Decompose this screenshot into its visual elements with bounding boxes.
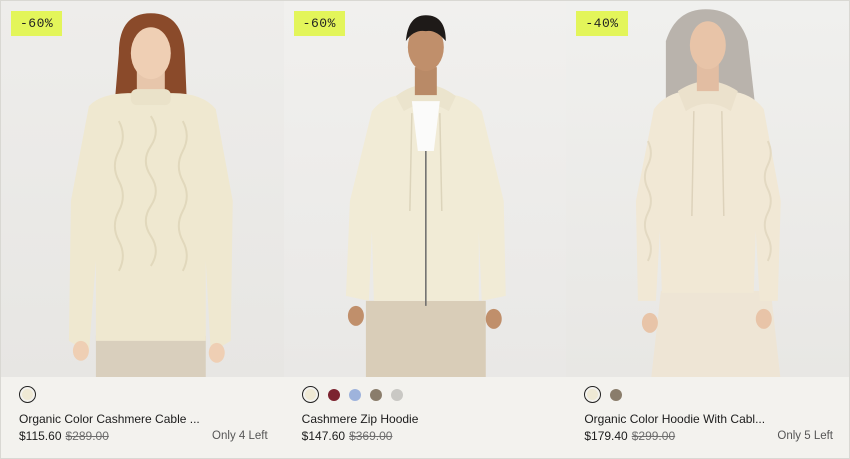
model-photo <box>345 15 506 377</box>
sale-price: $147.60 <box>301 429 346 443</box>
color-swatches <box>301 386 403 403</box>
discount-badge: -40% <box>576 11 628 36</box>
product-name[interactable]: Cashmere Zip Hoodie <box>302 412 419 426</box>
product-card[interactable]: -60% Organic Color Cashmere Cable ... $1… <box>1 1 284 458</box>
original-price: $369.00 <box>349 429 393 443</box>
swatch-1[interactable] <box>610 388 623 401</box>
product-image[interactable]: -60% <box>283 1 567 377</box>
product-image[interactable]: -60% <box>1 1 284 377</box>
product-name[interactable]: Organic Color Hoodie With Cabl... <box>584 412 765 426</box>
sale-price: $179.40 <box>584 429 628 443</box>
stock-label: Only 5 Left <box>777 430 834 442</box>
color-swatches <box>19 386 36 403</box>
discount-badge: -60% <box>293 11 345 36</box>
original-price: $289.00 <box>65 429 109 443</box>
price-row: $179.40 $299.00 <box>584 429 675 443</box>
swatch-0[interactable] <box>301 386 319 403</box>
color-swatches <box>584 386 623 403</box>
sale-price: $115.60 <box>19 429 62 443</box>
price-row: $115.60 $289.00 <box>19 429 109 443</box>
product-image[interactable]: -40% <box>566 1 850 377</box>
swatch-2[interactable] <box>348 388 361 401</box>
model-photo <box>68 13 233 377</box>
swatch-0[interactable] <box>19 386 36 403</box>
stock-label: Only 4 Left <box>212 430 268 442</box>
product-card[interactable]: -60% Cashmere Zip Hoodie $147.60 $369.00 <box>283 1 567 458</box>
swatch-1[interactable] <box>327 388 340 401</box>
swatch-3[interactable] <box>369 388 382 401</box>
product-grid: -60% Organic Color Cashmere Cable ... $1… <box>0 0 850 459</box>
swatch-4[interactable] <box>390 388 403 401</box>
model-photo <box>636 9 782 377</box>
swatch-0[interactable] <box>584 386 602 403</box>
product-name[interactable]: Organic Color Cashmere Cable ... <box>19 412 200 426</box>
price-row: $147.60 $369.00 <box>302 429 393 443</box>
original-price: $299.00 <box>631 429 676 443</box>
product-card[interactable]: -40% Organic Color Hoodie With Cabl... $… <box>566 1 850 458</box>
discount-badge: -60% <box>11 11 63 36</box>
